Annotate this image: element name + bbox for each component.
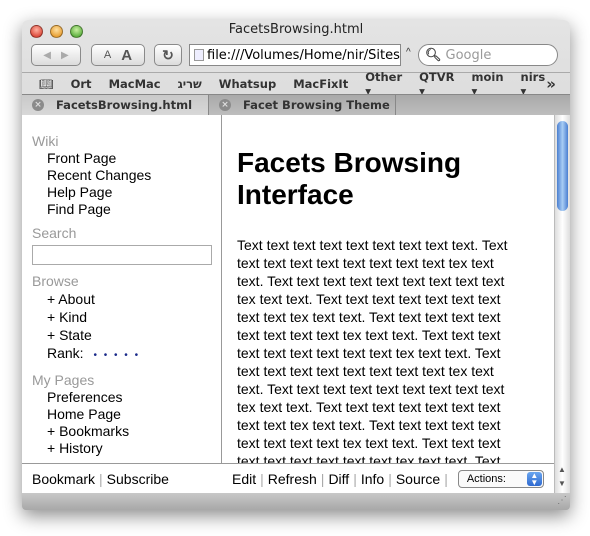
page-content: Wiki Front Page Recent Changes Help Page… — [22, 115, 570, 493]
page-title-line: Interface — [237, 179, 354, 210]
separator: | — [260, 470, 264, 487]
body-line: tex text text. Text text text text text … — [237, 399, 501, 415]
page-icon — [194, 49, 204, 61]
tab-label: FacetsBrowsing.html — [56, 98, 193, 112]
bookmark-item[interactable]: MacFixIt — [293, 77, 348, 91]
bookmarks-overflow-icon[interactable]: » — [546, 75, 556, 93]
sidebar: Wiki Front Page Recent Changes Help Page… — [22, 115, 222, 463]
search-heading: Search — [32, 225, 77, 241]
back-forward-buttons[interactable]: ◀ ▶ — [31, 44, 81, 66]
url-text: file:///Volumes/Home/nir/Sites/ — [207, 47, 401, 63]
edit-link[interactable]: Edit — [232, 471, 256, 487]
bookmark-item[interactable]: Whatsup — [219, 77, 276, 91]
scroll-up-icon[interactable]: ▲ — [558, 465, 566, 474]
resize-grip-icon[interactable]: ⋰ — [557, 495, 567, 506]
body-line: text text tex text text. Text text text … — [237, 417, 501, 433]
bookmarks-book-icon[interactable]: 📖︎ — [39, 77, 54, 91]
browser-window: FacetsBrowsing.html ◀ ▶ A A ↻ file:///Vo… — [22, 20, 570, 510]
sidebar-link-recent-changes[interactable]: Recent Changes — [32, 167, 221, 184]
tab-facetsbrowsing[interactable]: × FacetsBrowsing.html — [22, 95, 209, 115]
page-actions: Edit | Refresh | Diff | Info | Source | … — [222, 469, 544, 488]
address-bar[interactable]: file:///Volumes/Home/nir/Sites/ — [189, 44, 401, 66]
text-size-buttons[interactable]: A A — [91, 44, 145, 66]
sidebar-footer: Bookmark | Subscribe — [22, 471, 222, 487]
search-icon: 🔍︎ — [425, 47, 442, 63]
window-title: FacetsBrowsing.html — [228, 22, 364, 37]
reload-icon: ↻ — [162, 46, 174, 63]
bookmark-link[interactable]: Bookmark — [32, 471, 95, 487]
body-line: text text text text tex text text. Text … — [237, 327, 501, 343]
tab-label: Facet Browsing Theme ... — [243, 98, 396, 112]
info-link[interactable]: Info — [361, 471, 384, 487]
text-bigger-button[interactable]: A — [121, 47, 132, 64]
close-tab-icon[interactable]: × — [219, 99, 231, 111]
rank-label: Rank: — [47, 345, 84, 361]
my-pages-heading: My Pages — [32, 372, 95, 388]
main-article: Facets Browsing Interface Text text text … — [223, 115, 554, 463]
search-placeholder: Google — [445, 47, 492, 63]
separator: | — [353, 470, 357, 487]
page-title: Facets Browsing Interface — [237, 147, 554, 211]
facet-kind[interactable]: + Kind — [32, 308, 221, 326]
sidebar-link-preferences[interactable]: Preferences — [32, 389, 221, 406]
body-line: text text text text text text tex text t… — [237, 453, 501, 463]
separator: | — [320, 470, 325, 487]
separator: | — [444, 470, 448, 487]
sidebar-link-find-page[interactable]: Find Page — [32, 201, 221, 218]
tab-bar: × FacetsBrowsing.html × Facet Browsing T… — [22, 94, 570, 115]
sidebar-link-history[interactable]: + History — [32, 440, 221, 457]
body-line: text text text text tex text text. Text … — [237, 435, 501, 451]
facet-about[interactable]: + About — [32, 290, 221, 308]
forward-icon[interactable]: ▶ — [61, 50, 69, 61]
sidebar-link-front-page[interactable]: Front Page — [32, 150, 221, 167]
rank-dots[interactable]: • • • • • — [93, 350, 140, 361]
separator: | — [388, 470, 392, 487]
bookmark-item[interactable]: שריג — [178, 77, 202, 91]
page-footer: Bookmark | Subscribe Edit | Refresh | Di… — [22, 463, 554, 493]
facet-state[interactable]: + State — [32, 326, 221, 344]
wiki-heading: Wiki — [32, 133, 59, 149]
body-line: text text text text text text text text … — [237, 255, 494, 271]
body-line: text text text text text text text text … — [237, 363, 494, 379]
sidebar-search-input[interactable] — [32, 245, 212, 265]
diff-link[interactable]: Diff — [328, 471, 349, 487]
page-title-line: Facets Browsing — [237, 147, 462, 178]
separator: | — [99, 470, 103, 487]
actions-select[interactable]: Actions: ▲ ▼ — [457, 469, 544, 488]
body-line: Text text text text text text text text … — [237, 237, 508, 253]
article-body: Text text text text text text text text … — [237, 236, 554, 463]
status-bar: ⋰ — [22, 493, 570, 510]
actions-label: Actions: — [466, 472, 506, 485]
bookmarks-bar: 📖︎ Ort MacMac שריג Whatsup MacFixIt Othe… — [22, 70, 570, 98]
scroll-thumb[interactable] — [557, 121, 568, 211]
subscribe-link[interactable]: Subscribe — [107, 471, 169, 487]
bookmark-item[interactable]: Ort — [71, 77, 92, 91]
back-icon[interactable]: ◀ — [43, 50, 51, 61]
body-line: text. Text text text text text text text… — [237, 273, 505, 289]
body-line: text text text text text text tex text t… — [237, 345, 501, 361]
refresh-link[interactable]: Refresh — [268, 471, 317, 487]
sidebar-link-help-page[interactable]: Help Page — [32, 184, 221, 201]
body-line: text. Text text text text text text text… — [237, 381, 505, 397]
scroll-down-icon[interactable]: ▼ — [558, 479, 566, 488]
url-resize-caret-icon: ^ — [406, 47, 411, 58]
tab-facet-browsing-theme[interactable]: × Facet Browsing Theme ... — [209, 95, 396, 115]
reload-button[interactable]: ↻ — [154, 44, 182, 66]
close-tab-icon[interactable]: × — [32, 99, 44, 111]
search-field[interactable]: 🔍︎ Google — [418, 44, 558, 66]
select-arrows-icon: ▲ ▼ — [526, 471, 542, 486]
bookmark-item[interactable]: MacMac — [109, 77, 161, 91]
body-line: text text tex text text. Text text text … — [237, 309, 501, 325]
body-line: tex text text. Text text text text text … — [237, 291, 501, 307]
browse-heading: Browse — [32, 273, 79, 289]
vertical-scrollbar[interactable]: ▲ ▼ — [554, 115, 570, 493]
text-smaller-button[interactable]: A — [104, 49, 111, 61]
source-link[interactable]: Source — [396, 471, 440, 487]
sidebar-link-home-page[interactable]: Home Page — [32, 406, 221, 423]
rank-row: Rank: • • • • • — [32, 344, 221, 365]
sidebar-link-bookmarks[interactable]: + Bookmarks — [32, 423, 221, 440]
